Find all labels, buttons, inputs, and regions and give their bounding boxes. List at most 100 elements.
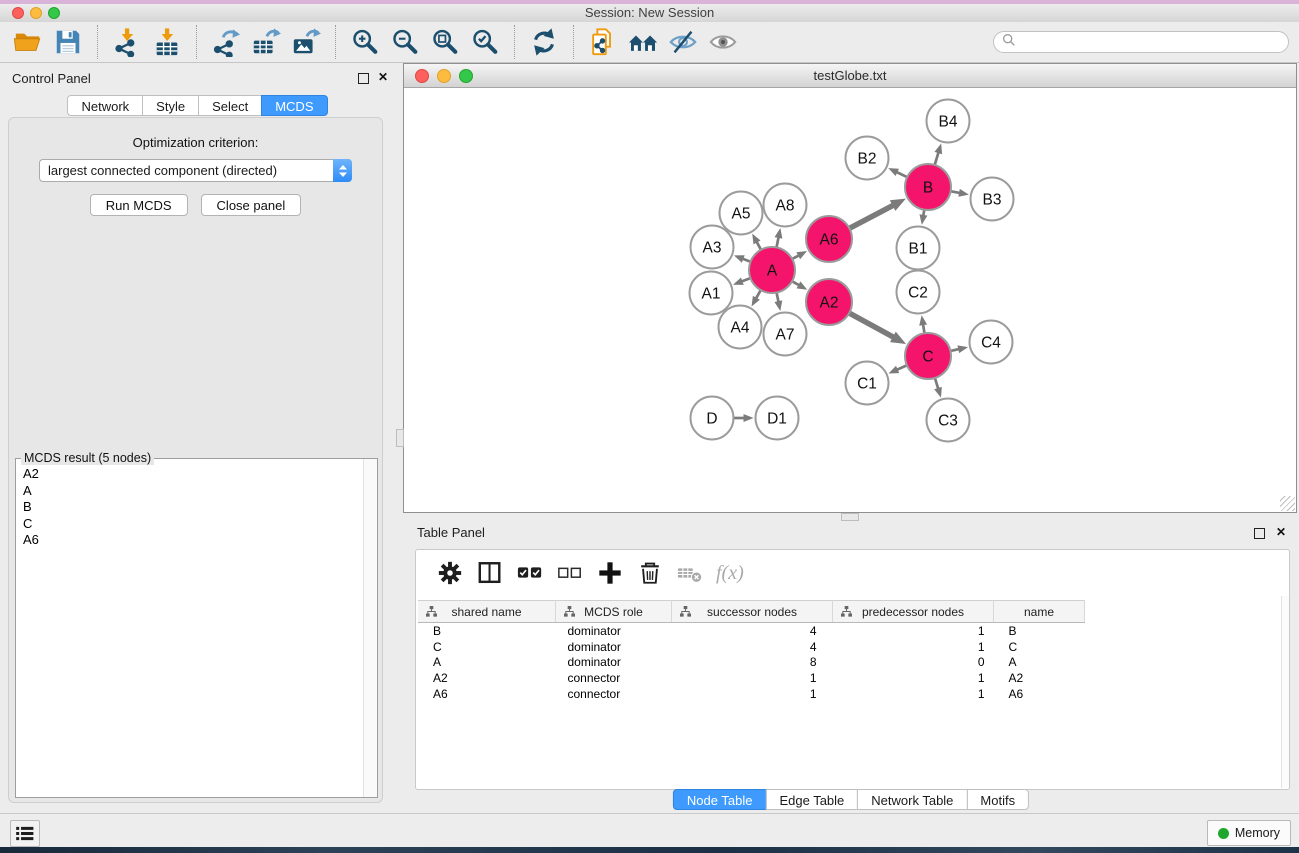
table-row[interactable]: A2connector11A2 xyxy=(418,670,1085,686)
graph-node-B2[interactable]: B2 xyxy=(846,137,889,180)
graph-node-C2[interactable]: C2 xyxy=(897,271,940,314)
clone-session-icon[interactable] xyxy=(584,25,622,59)
graph-node-A7[interactable]: A7 xyxy=(764,313,807,356)
edge-arrowhead xyxy=(744,414,754,422)
network-window-titlebar[interactable]: testGlobe.txt xyxy=(404,64,1296,88)
graph-node-C[interactable]: C xyxy=(905,333,951,379)
column-header[interactable]: successor nodes xyxy=(672,601,833,623)
close-panel-icon[interactable]: ✕ xyxy=(378,70,388,84)
graph-edge-C-C3[interactable] xyxy=(935,377,939,390)
vertical-splitter-grip[interactable] xyxy=(396,429,404,447)
zoom-in-icon[interactable] xyxy=(346,25,384,59)
delete-column-icon[interactable] xyxy=(672,556,708,590)
refresh-icon[interactable] xyxy=(525,25,563,59)
mcds-result-item[interactable]: A2 xyxy=(23,466,363,483)
tab-style[interactable]: Style xyxy=(142,95,199,116)
mcds-result-item[interactable]: A xyxy=(23,483,363,500)
network-canvas[interactable]: A A1 A2 A3 A4 A5 A6 A7 A8 B B1 B2 B3B4 C C1 C2 C3C4 D D1 xyxy=(404,88,1296,512)
import-network-icon[interactable] xyxy=(108,25,146,59)
graph-node-D[interactable]: D xyxy=(691,397,734,440)
tab-network[interactable]: Network xyxy=(67,95,143,116)
graph-node-A4[interactable]: A4 xyxy=(719,306,762,349)
show-graphics-details-icon[interactable] xyxy=(704,25,742,59)
graph-node-D1[interactable]: D1 xyxy=(756,397,799,440)
search-input[interactable] xyxy=(1020,34,1288,50)
column-type-icon xyxy=(426,606,437,620)
zoom-fit-icon[interactable] xyxy=(426,25,464,59)
list-scrollbar[interactable] xyxy=(363,459,377,797)
column-header[interactable]: predecessor nodes xyxy=(833,601,994,623)
columns-icon[interactable] xyxy=(472,556,508,590)
node-label: A8 xyxy=(776,198,795,215)
graph-node-A3[interactable]: A3 xyxy=(691,226,734,269)
node-label: A5 xyxy=(732,206,751,223)
table-row[interactable]: Adominator80A xyxy=(418,654,1085,670)
open-session-icon[interactable] xyxy=(9,25,47,59)
save-session-icon[interactable] xyxy=(49,25,87,59)
column-header[interactable]: shared name xyxy=(418,601,556,623)
graph-node-B[interactable]: B xyxy=(905,164,951,210)
import-table-icon[interactable] xyxy=(148,25,186,59)
close-panel-button[interactable]: Close panel xyxy=(201,194,302,216)
run-mcds-button[interactable]: Run MCDS xyxy=(90,194,188,216)
column-header[interactable]: name xyxy=(994,601,1085,623)
export-table-icon[interactable] xyxy=(247,25,285,59)
window-resize-grip[interactable] xyxy=(1280,496,1295,511)
graph-node-A2[interactable]: A2 xyxy=(806,279,852,325)
window-titlebar[interactable]: Session: New Session xyxy=(0,4,1299,22)
table-scrollbar[interactable] xyxy=(1281,596,1289,788)
mcds-result-item[interactable]: A6 xyxy=(23,532,363,549)
control-panel-title: Control Panel xyxy=(12,71,91,86)
graph-node-A5[interactable]: A5 xyxy=(720,192,763,235)
graph-edge-B-B2[interactable] xyxy=(895,172,908,178)
delete-icon[interactable] xyxy=(632,556,668,590)
search-box[interactable] xyxy=(993,31,1289,53)
tab-network-table[interactable]: Network Table xyxy=(857,789,967,810)
horizontal-splitter-grip[interactable] xyxy=(841,513,859,521)
mcds-result-list[interactable]: A2ABCA6 xyxy=(16,462,363,797)
add-icon[interactable] xyxy=(592,556,628,590)
graph-node-A[interactable]: A xyxy=(749,247,795,293)
graph-node-C4[interactable]: C4 xyxy=(970,321,1013,364)
node-table[interactable]: shared nameMCDS rolesuccessor nodesprede… xyxy=(418,600,1085,701)
graph-node-A8[interactable]: A8 xyxy=(764,184,807,227)
close-table-panel-icon[interactable]: ✕ xyxy=(1276,525,1286,539)
memory-button[interactable]: Memory xyxy=(1207,820,1291,846)
gear-icon[interactable] xyxy=(432,556,468,590)
tab-edge-table[interactable]: Edge Table xyxy=(765,789,858,810)
tab-node-table[interactable]: Node Table xyxy=(673,789,767,810)
table-row[interactable]: A6connector11A6 xyxy=(418,686,1085,702)
export-image-icon[interactable] xyxy=(287,25,325,59)
network-graph[interactable]: A A1 A2 A3 A4 A5 A6 A7 A8 B B1 B2 B3B4 C C1 C2 C3C4 D D1 xyxy=(404,88,1296,513)
edge-arrowhead xyxy=(796,251,807,259)
graph-edge-A2-C[interactable] xyxy=(848,313,894,338)
graph-node-C1[interactable]: C1 xyxy=(846,362,889,405)
graph-edge-A6-B[interactable] xyxy=(848,205,894,229)
task-history-button[interactable] xyxy=(10,820,40,847)
graph-node-B4[interactable]: B4 xyxy=(927,100,970,143)
tab-mcds[interactable]: MCDS xyxy=(261,95,327,116)
tab-motifs[interactable]: Motifs xyxy=(966,789,1029,810)
criterion-dropdown[interactable]: largest connected component (directed) xyxy=(39,159,352,182)
home-icon[interactable] xyxy=(624,25,662,59)
export-network-icon[interactable] xyxy=(207,25,245,59)
table-row[interactable]: Cdominator41C xyxy=(418,639,1085,655)
float-table-panel-icon[interactable] xyxy=(1254,528,1265,539)
tab-select[interactable]: Select xyxy=(198,95,262,116)
hide-labels-icon[interactable] xyxy=(664,25,702,59)
zoom-out-icon[interactable] xyxy=(386,25,424,59)
table-row[interactable]: Bdominator41B xyxy=(418,623,1085,639)
graph-node-A6[interactable]: A6 xyxy=(806,216,852,262)
deselect-all-icon[interactable] xyxy=(552,556,588,590)
graph-node-B3[interactable]: B3 xyxy=(971,178,1014,221)
graph-node-C3[interactable]: C3 xyxy=(927,399,970,442)
float-panel-icon[interactable] xyxy=(358,73,369,84)
mcds-result-item[interactable]: C xyxy=(23,516,363,533)
graph-node-A1[interactable]: A1 xyxy=(690,272,733,315)
column-header[interactable]: MCDS role xyxy=(556,601,672,623)
zoom-selected-icon[interactable] xyxy=(466,25,504,59)
mcds-result-item[interactable]: B xyxy=(23,499,363,516)
graph-node-B1[interactable]: B1 xyxy=(897,227,940,270)
graph-edge-B-B4[interactable] xyxy=(934,151,938,166)
select-all-icon[interactable] xyxy=(512,556,548,590)
